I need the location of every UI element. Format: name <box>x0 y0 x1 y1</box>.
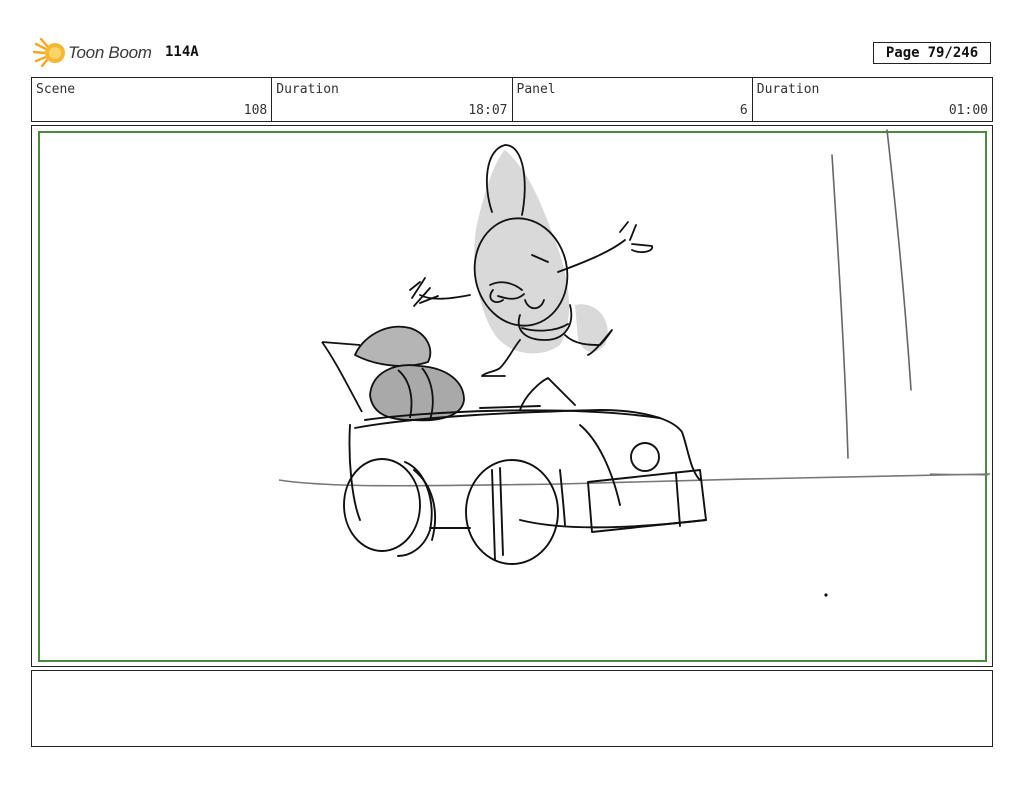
panel-notes-box <box>31 670 993 747</box>
ground-line <box>278 473 991 487</box>
background-lines <box>831 129 912 459</box>
luggage-pile <box>321 325 465 422</box>
